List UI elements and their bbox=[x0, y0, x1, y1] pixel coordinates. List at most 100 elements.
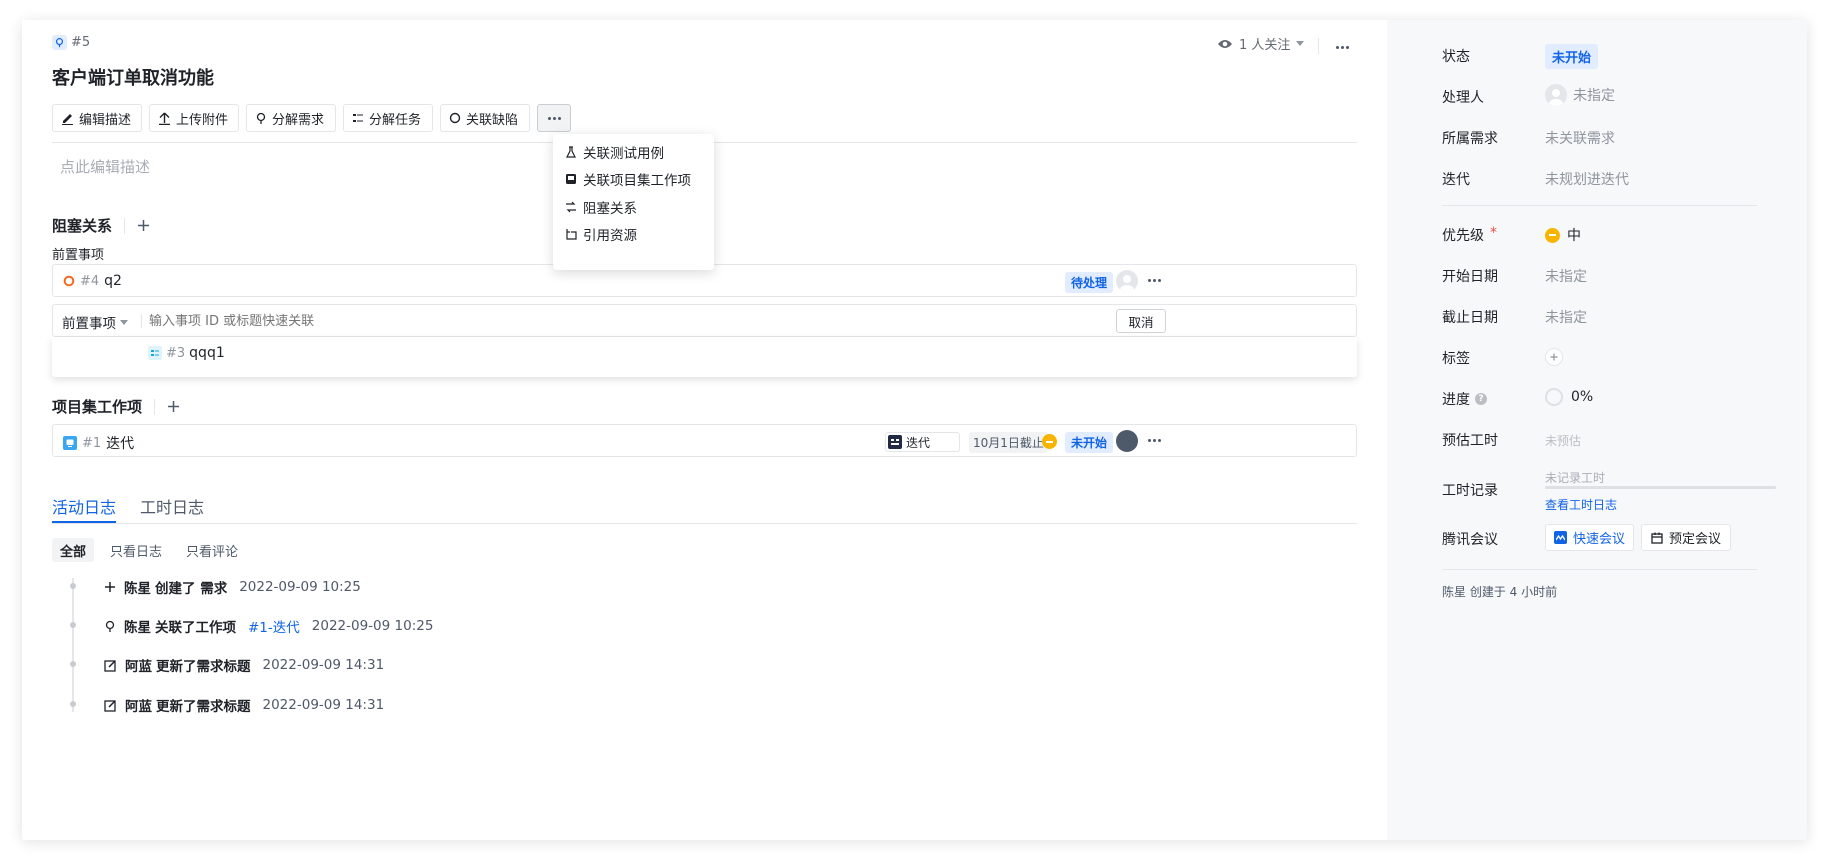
due-date-picker[interactable]: 未指定 bbox=[1545, 307, 1587, 327]
iteration-select[interactable]: 未规划进迭代 bbox=[1545, 169, 1629, 189]
edit-description-button[interactable]: 编辑描述 bbox=[52, 104, 142, 132]
menu-item-reference-resource[interactable]: 引用资源 bbox=[565, 224, 637, 244]
priority-medium-icon bbox=[1545, 227, 1560, 243]
program-item-row[interactable]: #1 迭代 迭代 10月1日截止 未开始 bbox=[52, 424, 1357, 457]
tabs-divider bbox=[52, 523, 1357, 524]
plus-icon bbox=[105, 582, 115, 592]
split-requirement-button[interactable]: 分解需求 bbox=[246, 104, 336, 132]
timeline-line bbox=[72, 578, 74, 712]
sidebar-divider bbox=[1442, 205, 1757, 206]
program-type-tag[interactable]: 迭代 bbox=[885, 432, 960, 452]
priority-select[interactable]: 中 bbox=[1545, 225, 1581, 245]
menu-item-blocking[interactable]: 阻塞关系 bbox=[565, 197, 637, 217]
progress-label: 进度 ? bbox=[1442, 389, 1487, 409]
menu-item-link-test-case[interactable]: 关联测试用例 bbox=[565, 142, 664, 162]
divider bbox=[124, 217, 126, 234]
parent-select[interactable]: 未关联需求 bbox=[1545, 128, 1615, 148]
timeline-dot bbox=[70, 622, 76, 628]
edit-icon bbox=[104, 699, 116, 712]
timeline-dot bbox=[70, 661, 76, 667]
add-blocking-icon[interactable] bbox=[137, 219, 150, 232]
help-icon[interactable]: ? bbox=[1475, 393, 1487, 405]
activity-item: 陈星 关联了工作项 #1-迭代 2022-09-09 10:25 bbox=[104, 616, 433, 636]
row-more-icon[interactable] bbox=[1148, 439, 1161, 442]
description-placeholder[interactable]: 点此编辑描述 bbox=[60, 156, 150, 177]
meeting-label: 腾讯会议 bbox=[1442, 532, 1498, 548]
worklog-progress-bar bbox=[1545, 486, 1776, 489]
add-tag-button[interactable] bbox=[1545, 348, 1563, 366]
activity-item: 阿蓝 更新了需求标题 2022-09-09 14:31 bbox=[104, 655, 384, 675]
estimate-label: 预估工时 bbox=[1442, 433, 1498, 449]
tags-label: 标签 bbox=[1442, 351, 1470, 367]
progress-ring-icon bbox=[1545, 388, 1563, 406]
divider bbox=[1318, 38, 1319, 54]
status-select[interactable]: 未开始 bbox=[1545, 44, 1599, 69]
filter-logs-only[interactable]: 只看日志 bbox=[110, 541, 162, 560]
ellipsis-icon bbox=[547, 116, 561, 120]
caret-down-icon bbox=[120, 319, 128, 325]
start-date-picker[interactable]: 未指定 bbox=[1545, 266, 1587, 286]
quick-meeting-button[interactable]: 快速会议 bbox=[1545, 524, 1635, 551]
created-info: 陈星 创建于 4 小时前 bbox=[1442, 585, 1558, 599]
item-id: #5 bbox=[52, 35, 90, 50]
cancel-button[interactable]: 取消 bbox=[1116, 309, 1166, 333]
filter-comments-only[interactable]: 只看评论 bbox=[186, 541, 238, 560]
assignee-select[interactable]: 未指定 bbox=[1545, 84, 1615, 106]
status-label: 状态 bbox=[1442, 49, 1470, 65]
avatar[interactable] bbox=[1116, 430, 1138, 452]
due-date-label: 截止日期 bbox=[1442, 310, 1498, 326]
iteration-icon bbox=[888, 435, 902, 449]
watch-button[interactable]: 1 人关注 bbox=[1217, 34, 1305, 53]
program-header: 项目集工作项 bbox=[52, 396, 180, 417]
avatar bbox=[1545, 84, 1567, 106]
iteration-label: 迭代 bbox=[1442, 172, 1470, 188]
priority-medium-icon[interactable] bbox=[1042, 434, 1057, 449]
blocking-item-id: #4 q2 bbox=[63, 273, 122, 289]
timeline-dot bbox=[70, 701, 76, 707]
link-type-select[interactable]: 前置事项 bbox=[62, 312, 128, 332]
predecessor-label: 前置事项 bbox=[52, 248, 105, 263]
activity-item: 阿蓝 更新了需求标题 2022-09-09 14:31 bbox=[104, 695, 384, 715]
main-panel: #5 客户端订单取消功能 1 人关注 编辑描述 上传附件 分解需求 分解任务 关… bbox=[22, 20, 1387, 840]
status-badge[interactable]: 待处理 bbox=[1065, 272, 1114, 293]
flask-icon bbox=[566, 146, 576, 158]
divider bbox=[141, 314, 142, 328]
plus-icon bbox=[1550, 353, 1558, 361]
split-task-button[interactable]: 分解任务 bbox=[343, 104, 433, 132]
more-actions-button[interactable] bbox=[537, 104, 571, 132]
parent-label: 所属需求 bbox=[1442, 131, 1498, 147]
timeline-dot bbox=[70, 583, 76, 589]
page-title: 客户端订单取消功能 bbox=[52, 68, 214, 89]
calendar-icon bbox=[1651, 532, 1663, 544]
bug-status-icon bbox=[63, 275, 75, 287]
row-more-icon[interactable] bbox=[1148, 279, 1161, 282]
work-item-link[interactable]: #1-迭代 bbox=[248, 616, 300, 636]
menu-item-link-program-item[interactable]: 关联项目集工作项 bbox=[565, 169, 691, 189]
more-icon[interactable] bbox=[1336, 46, 1349, 49]
edit-icon bbox=[104, 659, 116, 672]
blocking-icon bbox=[566, 201, 576, 213]
task-list-icon bbox=[353, 114, 363, 122]
task-icon bbox=[148, 346, 162, 360]
view-worklog-link[interactable]: 查看工时日志 bbox=[1545, 496, 1617, 513]
avatar[interactable] bbox=[1116, 270, 1138, 292]
upload-icon bbox=[159, 112, 170, 125]
estimate-input[interactable]: 未预估 bbox=[1545, 432, 1581, 449]
book-meeting-button[interactable]: 预定会议 bbox=[1641, 524, 1732, 551]
link-search-input[interactable] bbox=[149, 310, 1109, 332]
requirement-icon bbox=[52, 35, 67, 50]
status-badge[interactable]: 未开始 bbox=[1065, 432, 1114, 453]
tab-activity-log[interactable]: 活动日志 bbox=[52, 494, 116, 518]
blocking-header: 阻塞关系 bbox=[52, 215, 150, 236]
link-bug-button[interactable]: 关联缺陷 bbox=[440, 104, 530, 132]
progress-indicator[interactable]: 0% bbox=[1545, 388, 1593, 406]
filter-all[interactable]: 全部 bbox=[52, 538, 95, 562]
bulb-icon bbox=[105, 620, 115, 632]
tab-worklog[interactable]: 工时日志 bbox=[140, 494, 204, 518]
worklog-label: 工时记录 bbox=[1442, 483, 1498, 499]
suggestion-item[interactable]: #3 qqq1 bbox=[148, 345, 225, 361]
upload-attachment-button[interactable]: 上传附件 bbox=[149, 104, 239, 132]
work-item-detail-card: #5 客户端订单取消功能 1 人关注 编辑描述 上传附件 分解需求 分解任务 关… bbox=[22, 20, 1807, 840]
divider bbox=[154, 398, 156, 415]
add-program-item-icon[interactable] bbox=[167, 400, 180, 413]
